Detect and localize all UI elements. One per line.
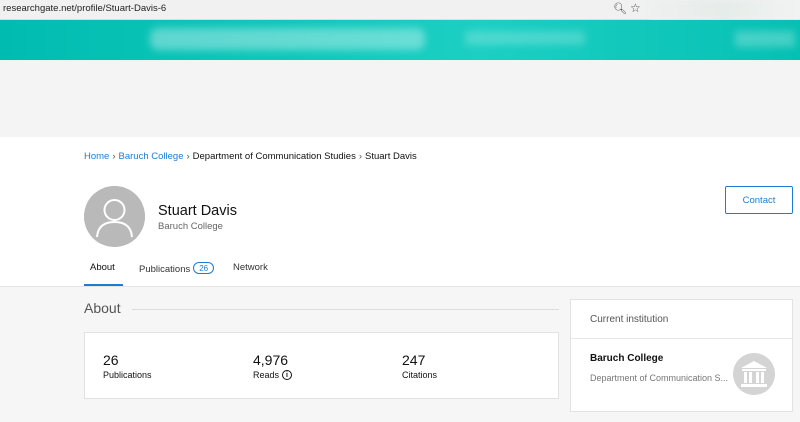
breadcrumb-institution[interactable]: Baruch College [119,151,184,162]
banner-gap [0,60,800,137]
card-header: Current institution [571,300,792,339]
site-header [0,20,800,60]
blurred-toolbar-area [650,0,800,20]
breadcrumb-home[interactable]: Home [84,151,109,162]
profile-institution[interactable]: Baruch College [158,221,223,232]
stat-value: 4,976 [253,352,289,368]
stat-citations: 247 Citations [402,352,437,380]
chevron-right-icon: › [358,151,362,162]
institution-name-link[interactable]: Baruch College [590,353,663,364]
chevron-right-icon: › [186,151,190,162]
chevron-right-icon: › [112,151,116,162]
department-text: Department of Communication S... [590,373,729,383]
about-section-title: About [84,300,121,316]
divider [132,309,559,310]
zoom-icon[interactable]: 🔍︎ [613,2,627,15]
stat-publications[interactable]: 26 Publications [103,352,152,380]
tab-label: Publications [139,264,191,275]
stats-card: 26 Publications 4,976 Reads i 247 Citatio… [84,332,559,399]
breadcrumb: Home › Baruch College › Department of Commun… [84,151,417,162]
blurred-nav-area [465,31,585,45]
profile-header: Home › Baruch College › Department of Commun… [0,137,800,287]
stat-label: Citations [402,370,438,380]
url-text[interactable]: researchgate.net/profile/Stuart-Davis-6 [3,3,166,14]
stat-label: Reads i [253,370,293,380]
institution-building-icon[interactable] [733,353,775,395]
stat-reads: 4,976 Reads i [253,352,293,380]
tab-publications[interactable]: Publications 26 [139,262,215,275]
browser-address-bar[interactable]: researchgate.net/profile/Stuart-Davis-6 … [0,0,800,20]
stat-value: 247 [402,352,426,368]
info-icon[interactable]: i [282,370,293,380]
stat-value: 26 [103,352,119,368]
default-user-icon [84,186,145,247]
active-tab-indicator [84,284,123,286]
publications-count-badge: 26 [193,262,215,274]
blurred-account-area [735,31,795,47]
contact-button[interactable]: Contact [725,186,793,214]
building-icon [733,353,775,395]
bookmark-star-icon[interactable]: ☆ [630,1,641,15]
card-title: Current institution [590,314,669,325]
tab-label: Network [233,262,268,273]
avatar[interactable] [84,186,145,247]
blurred-search-area [150,28,425,50]
tab-about[interactable]: About [90,262,115,273]
tab-network[interactable]: Network [233,262,268,273]
breadcrumb-department[interactable]: Department of Communication Studies [193,151,356,162]
breadcrumb-current: Stuart Davis [365,151,417,162]
current-institution-card: Current institution Baruch College Depar… [570,299,793,412]
stat-label: Publications [103,370,152,380]
profile-name: Stuart Davis [158,203,237,219]
tab-label: About [90,262,115,273]
